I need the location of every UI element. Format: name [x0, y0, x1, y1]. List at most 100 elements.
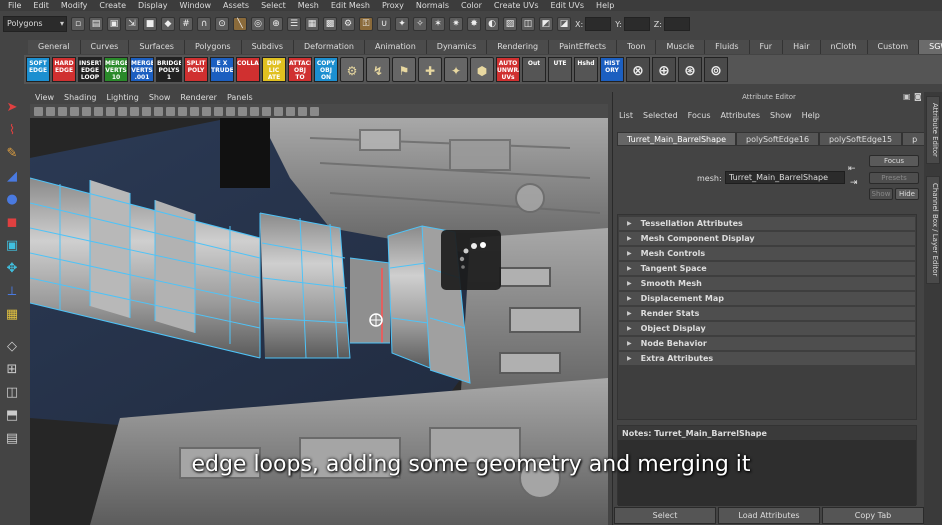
section-tangent-space[interactable]: ▶ Tangent Space [619, 262, 915, 275]
shelf-button-e-x-trude[interactable]: E X TRUDE [210, 57, 234, 82]
smooth-shade-icon[interactable] [178, 106, 187, 116]
render-view-icon[interactable]: ▨ [503, 17, 517, 31]
goto-output-icon[interactable]: ⇥ [850, 178, 858, 188]
layout-side-icon[interactable]: ◫ [2, 383, 22, 403]
shelf-crosshair-icon[interactable]: ⊕ [652, 57, 676, 82]
snap-plane-icon[interactable]: ╲ [233, 17, 247, 31]
panel-float-icon[interactable]: ▣ [903, 92, 911, 101]
layout-persp-graph-icon[interactable]: ⬒ [2, 406, 22, 426]
y-field[interactable] [623, 17, 650, 31]
menu-normals[interactable]: Normals [410, 1, 455, 10]
shelf-button-hist-ory[interactable]: HIST ORY [600, 57, 624, 82]
viewport-menu-view[interactable]: View [30, 93, 59, 102]
shelf-button-dup-lic-ate[interactable]: DUP LIC ATE [262, 57, 286, 82]
shadows-icon[interactable] [262, 106, 271, 116]
section-node-behavior[interactable]: ▶ Node Behavior [619, 337, 915, 350]
shelf-tab-animation[interactable]: Animation [364, 40, 427, 54]
new-scene-icon[interactable]: ▫ [71, 17, 85, 31]
points-icon[interactable] [214, 106, 223, 116]
camera-attr-icon[interactable] [46, 106, 55, 116]
film-gate-icon[interactable] [94, 106, 103, 116]
ae-tab-polysoftedge15[interactable]: polySoftEdge15 [819, 132, 903, 146]
field-chart-icon[interactable] [130, 106, 139, 116]
shelf-tab-subdivs[interactable]: Subdivs [241, 40, 295, 54]
section-mesh-component-display[interactable]: ▶ Mesh Component Display [619, 232, 915, 245]
manipulator-icon[interactable]: ▣ [2, 236, 22, 256]
shelf-button-copy-obj-on-surface[interactable]: COPY OBJ ON SURFACE [314, 57, 338, 82]
modeling-toolkit-icon[interactable]: ◪ [557, 17, 571, 31]
snap-point-icon[interactable]: ⊙ [215, 17, 229, 31]
menu-mesh[interactable]: Mesh [292, 1, 325, 10]
open-scene-icon[interactable]: ▤ [89, 17, 103, 31]
shelf-tab-curves[interactable]: Curves [80, 40, 130, 54]
menu-display[interactable]: Display [132, 1, 174, 10]
menu-proxy[interactable]: Proxy [376, 1, 410, 10]
select-hierarchy-icon[interactable]: ⇲ [125, 17, 139, 31]
scale-tool-icon[interactable]: ◼ [2, 213, 22, 233]
goto-input-icon[interactable]: ⇤ [848, 164, 856, 174]
viewport-menu-show[interactable]: Show [144, 93, 176, 102]
menu-create-uvs[interactable]: Create UVs [488, 1, 545, 10]
ae-menu-attributes[interactable]: Attributes [721, 111, 761, 120]
move-tool-icon[interactable]: ◢ [2, 167, 22, 187]
shelf-crosshair-icon[interactable]: ⊗ [626, 57, 650, 82]
hide-button[interactable]: Hide [895, 188, 919, 200]
shelf-tab-toon[interactable]: Toon [617, 40, 657, 54]
shelf-crosshair-icon[interactable]: ⊚ [704, 57, 728, 82]
select-button[interactable]: Select [614, 507, 716, 524]
shelf-button-collapse[interactable]: COLLAPSE [236, 57, 260, 82]
shelf-button-out[interactable]: Out [522, 57, 546, 82]
hq-render-icon[interactable] [310, 106, 319, 116]
ae-menu-list[interactable]: List [619, 111, 633, 120]
section-mesh-controls[interactable]: ▶ Mesh Controls [619, 247, 915, 260]
face-mode-icon[interactable]: ✷ [449, 17, 463, 31]
select-component-icon[interactable]: ◆ [161, 17, 175, 31]
ae-menu-focus[interactable]: Focus [688, 111, 711, 120]
menu-modify[interactable]: Modify [55, 1, 94, 10]
ipr-render-icon[interactable]: ▩ [323, 17, 337, 31]
edge-mode-icon[interactable]: ✶ [431, 17, 445, 31]
textured-icon[interactable] [238, 106, 247, 116]
select-object-icon[interactable]: ■ [143, 17, 157, 31]
shelf-button-auto-unwrap-uvs[interactable]: AUTO UNWRAP UVs [496, 57, 520, 82]
section-extra-attributes[interactable]: ▶ Extra Attributes [619, 352, 915, 365]
copy-tab-button[interactable]: Copy Tab [822, 507, 924, 524]
menu-edit-uvs[interactable]: Edit UVs [545, 1, 591, 10]
ae-menu-help[interactable]: Help [802, 111, 820, 120]
lock-icon[interactable]: ⚿ [359, 17, 373, 31]
hypershade-icon[interactable]: ◐ [485, 17, 499, 31]
shelf-custom-tool-icon[interactable]: ✚ [418, 57, 442, 82]
side-tab-channel-box[interactable]: Channel Box / Layer Editor [926, 176, 940, 284]
ae-menu-show[interactable]: Show [770, 111, 792, 120]
mesh-name-field[interactable]: Turret_Main_BarrelShape [725, 171, 845, 184]
shelf-button-hard-edge[interactable]: HARD EDGE [52, 57, 76, 82]
vertex-mode-icon[interactable]: ✧ [413, 17, 427, 31]
menu-create[interactable]: Create [93, 1, 132, 10]
shelf-button-soft-edge[interactable]: SOFT EDGE [26, 57, 50, 82]
magnet-icon[interactable]: ∪ [377, 17, 391, 31]
shelf-crosshair-icon[interactable]: ⊛ [678, 57, 702, 82]
shelf-button-split-poly[interactable]: SPLIT POLY [184, 57, 208, 82]
render-icon[interactable]: ▦ [305, 17, 319, 31]
camera-select-icon[interactable] [34, 106, 43, 116]
shelf-custom-tool-icon[interactable]: ✦ [444, 57, 468, 82]
wireframe-icon[interactable] [166, 106, 175, 116]
shelf-tab-dynamics[interactable]: Dynamics [426, 40, 488, 54]
shelf-tab-sgw[interactable]: SGW [919, 40, 942, 54]
menu-edit-mesh[interactable]: Edit Mesh [325, 1, 376, 10]
bounding-box-icon[interactable] [202, 106, 211, 116]
snap-curve-icon[interactable]: ∩ [197, 17, 211, 31]
focus-button[interactable]: Focus [869, 155, 919, 167]
shelf-button-insert-edge-loop[interactable]: INSERT EDGE LOOP [78, 57, 102, 82]
viewport-menu-panels[interactable]: Panels [222, 93, 258, 102]
render-settings-icon[interactable]: ⚙ [341, 17, 355, 31]
grid-toggle-icon[interactable] [82, 106, 91, 116]
gate-mask-icon[interactable] [118, 106, 127, 116]
flat-shade-icon[interactable] [190, 106, 199, 116]
save-scene-icon[interactable]: ▣ [107, 17, 121, 31]
presets-button[interactable]: Presets [869, 172, 919, 184]
xray-joints-icon[interactable] [286, 106, 295, 116]
menu-file[interactable]: File [2, 1, 27, 10]
shelf-tab-general[interactable]: General [28, 40, 81, 54]
isolate-select-icon[interactable] [298, 106, 307, 116]
